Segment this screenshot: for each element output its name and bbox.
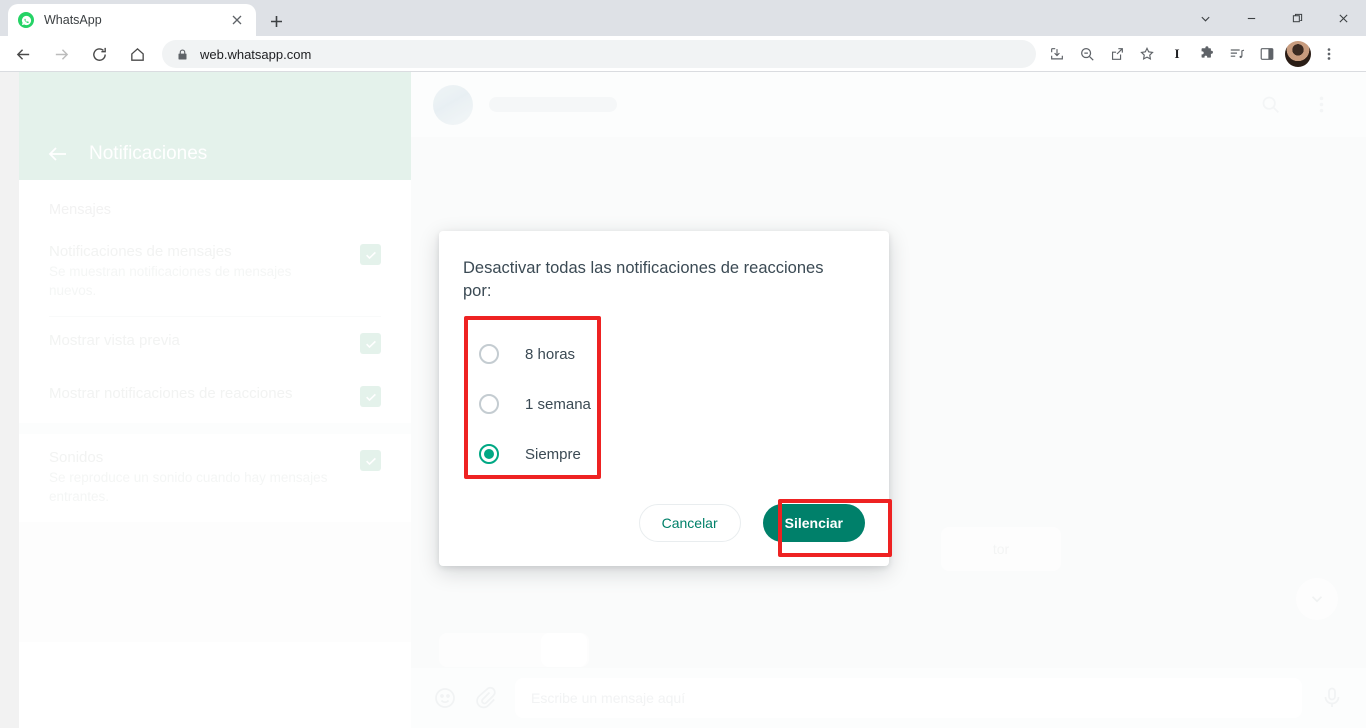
- close-icon[interactable]: [1320, 0, 1366, 36]
- radio-option-1-semana[interactable]: 1 semana: [479, 379, 865, 429]
- browser-tab-strip: WhatsApp: [0, 0, 1366, 36]
- maximize-icon[interactable]: [1274, 0, 1320, 36]
- browser-tab-title: WhatsApp: [44, 13, 102, 27]
- zoom-out-icon[interactable]: [1072, 39, 1102, 69]
- side-panel-icon[interactable]: [1252, 39, 1282, 69]
- back-arrow-icon[interactable]: [8, 39, 38, 69]
- radio-button-icon[interactable]: [479, 344, 499, 364]
- home-icon[interactable]: [122, 39, 152, 69]
- radio-option-label: Siempre: [525, 445, 581, 463]
- radio-option-label: 1 semana: [525, 395, 591, 413]
- reload-icon[interactable]: [84, 39, 114, 69]
- install-download-icon[interactable]: [1042, 39, 1072, 69]
- radio-button-icon[interactable]: [479, 394, 499, 414]
- lock-icon: [176, 48, 189, 61]
- address-bar[interactable]: web.whatsapp.com: [162, 40, 1036, 68]
- new-tab-button[interactable]: [262, 7, 290, 35]
- forward-arrow-icon: [46, 39, 76, 69]
- close-icon[interactable]: [228, 11, 246, 29]
- browser-window: WhatsApp web.whatsapp.com I Notificacion…: [0, 0, 1366, 728]
- avatar[interactable]: [1285, 41, 1311, 67]
- silenciar-button[interactable]: Silenciar: [762, 504, 865, 542]
- radio-option-8-horas[interactable]: 8 horas: [479, 329, 865, 379]
- italic-badge-icon[interactable]: I: [1162, 39, 1192, 69]
- cancel-button[interactable]: Cancelar: [638, 504, 741, 542]
- toolbar-icon-group: I: [1042, 39, 1344, 69]
- browser-toolbar: web.whatsapp.com I: [0, 36, 1366, 72]
- dialog-title: Desactivar todas las notificaciones de r…: [463, 259, 824, 300]
- radio-option-siempre[interactable]: Siempre: [479, 429, 865, 479]
- bookmark-star-icon[interactable]: [1132, 39, 1162, 69]
- whatsapp-icon: [18, 12, 34, 28]
- whatsapp-web-page: Notificaciones Mensajes Notificaciones d…: [0, 72, 1366, 728]
- window-controls: [1182, 0, 1366, 36]
- dialog-actions: Cancelar Silenciar: [638, 504, 865, 542]
- extensions-puzzle-icon[interactable]: [1192, 39, 1222, 69]
- chevron-down-icon[interactable]: [1182, 0, 1228, 36]
- radio-option-label: 8 horas: [525, 345, 576, 363]
- minimize-icon[interactable]: [1228, 0, 1274, 36]
- share-icon[interactable]: [1102, 39, 1132, 69]
- address-bar-url: web.whatsapp.com: [200, 46, 312, 62]
- mute-reaction-notifications-dialog: Desactivar todas las notificaciones de r…: [439, 231, 892, 566]
- browser-tab-whatsapp[interactable]: WhatsApp: [8, 4, 256, 36]
- three-dot-menu-icon[interactable]: [1314, 39, 1344, 69]
- mute-duration-radio-group: 8 horas 1 semana Siempre: [463, 329, 865, 479]
- radio-button-selected-icon[interactable]: [479, 444, 499, 464]
- media-playlist-icon[interactable]: [1222, 39, 1252, 69]
